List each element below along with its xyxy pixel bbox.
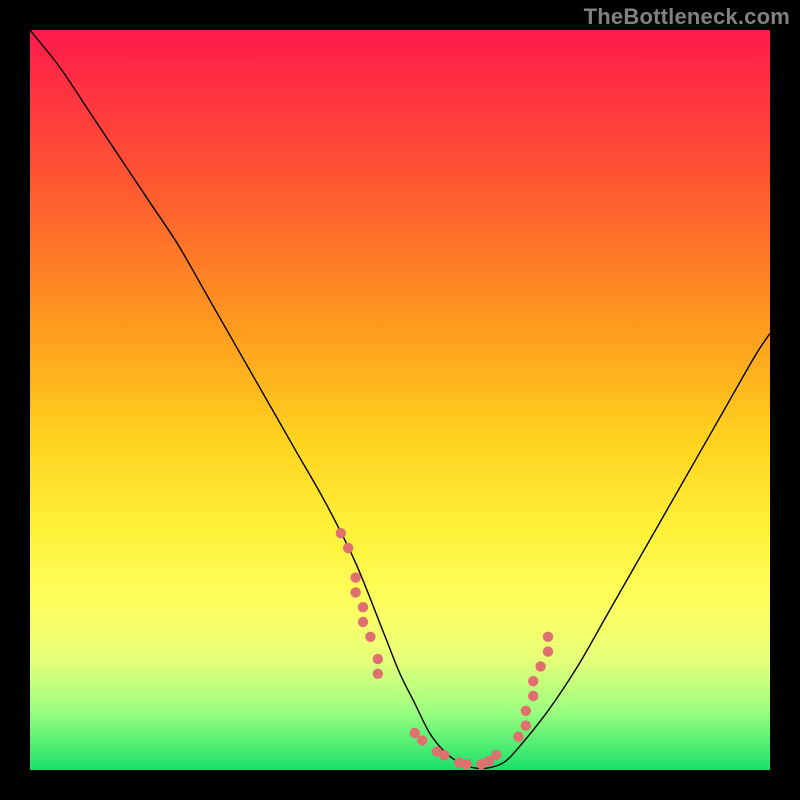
scatter-cluster [336, 528, 554, 769]
scatter-dot [350, 587, 360, 597]
scatter-dot [350, 572, 360, 582]
scatter-dot [528, 691, 538, 701]
scatter-dot [513, 732, 523, 742]
chart-svg [30, 30, 770, 770]
scatter-dot [521, 720, 531, 730]
scatter-dot [336, 528, 346, 538]
scatter-dot [365, 632, 375, 642]
scatter-dot [491, 750, 501, 760]
scatter-dot [373, 669, 383, 679]
scatter-dot [543, 646, 553, 656]
scatter-dot [358, 602, 368, 612]
scatter-dot [439, 750, 449, 760]
scatter-dot [521, 706, 531, 716]
scatter-dot [543, 632, 553, 642]
scatter-dot [358, 617, 368, 627]
scatter-dot [535, 661, 545, 671]
watermark-text: TheBottleneck.com [584, 4, 790, 30]
bottleneck-curve [30, 30, 770, 768]
chart-frame: TheBottleneck.com [0, 0, 800, 800]
scatter-dot [417, 735, 427, 745]
plot-area [30, 30, 770, 770]
scatter-dot [461, 759, 471, 769]
scatter-dot [373, 654, 383, 664]
scatter-dot [343, 543, 353, 553]
scatter-dot [528, 676, 538, 686]
scatter-dot [410, 728, 420, 738]
